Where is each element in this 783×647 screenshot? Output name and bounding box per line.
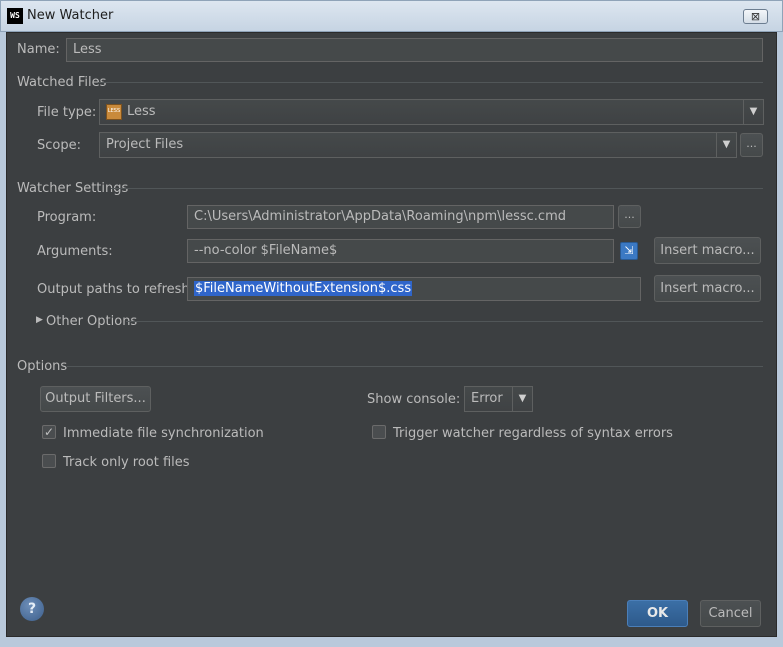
arguments-insert-macro-button[interactable]: Insert macro...: [654, 237, 761, 264]
arguments-input[interactable]: --no-color $FileName$: [187, 239, 614, 263]
scope-combo[interactable]: Project Files: [99, 132, 737, 158]
output-paths-label: Output paths to refresh:: [37, 282, 195, 297]
output-insert-macro-button[interactable]: Insert macro...: [654, 275, 761, 302]
show-console-value: Error: [471, 391, 503, 406]
scope-value: Project Files: [106, 137, 184, 152]
output-filters-button[interactable]: Output Filters...: [40, 386, 151, 412]
immediate-sync-checkbox[interactable]: ✓: [42, 425, 56, 439]
close-button[interactable]: ⊠: [743, 9, 768, 24]
file-type-value: Less: [127, 104, 156, 119]
trigger-errors-checkbox[interactable]: [372, 425, 386, 439]
watched-files-section-title: Watched Files: [17, 75, 107, 90]
expand-field-icon[interactable]: ⇲: [620, 242, 638, 260]
help-icon[interactable]: ?: [20, 597, 44, 621]
checkmark-icon: ✓: [43, 425, 55, 439]
expand-triangle-icon[interactable]: ▶: [36, 315, 43, 325]
program-input[interactable]: C:\Users\Administrator\AppData\Roaming\n…: [187, 205, 614, 229]
immediate-sync-label: Immediate file synchronization: [63, 426, 264, 441]
options-separator: [67, 366, 763, 367]
other-options-toggle[interactable]: Other Options: [46, 314, 137, 329]
output-paths-input[interactable]: $FileNameWithoutExtension$.css: [187, 277, 641, 301]
webstorm-app-icon: WS: [7, 8, 23, 24]
ok-button[interactable]: OK: [627, 600, 688, 627]
program-label: Program:: [37, 210, 97, 225]
track-root-label: Track only root files: [63, 455, 190, 470]
other-options-separator: [126, 321, 763, 322]
window-title-bar: [0, 0, 783, 32]
options-section-title: Options: [17, 359, 68, 374]
show-console-label: Show console:: [367, 392, 461, 407]
output-paths-selected-text: $FileNameWithoutExtension$.css: [194, 281, 413, 296]
show-console-dropdown-arrow-icon[interactable]: ▼: [512, 387, 532, 411]
cancel-button[interactable]: Cancel: [700, 600, 761, 627]
less-file-icon: LESS: [106, 103, 122, 120]
track-root-checkbox[interactable]: [42, 454, 56, 468]
scope-label: Scope:: [37, 138, 81, 153]
scope-dropdown-arrow-icon[interactable]: ▼: [716, 133, 736, 157]
name-input[interactable]: Less: [66, 38, 763, 62]
watcher-settings-separator: [111, 188, 763, 189]
file-type-dropdown-arrow-icon[interactable]: ▼: [743, 100, 763, 124]
arguments-label: Arguments:: [37, 244, 113, 259]
watched-files-separator: [98, 82, 763, 83]
program-browse-button[interactable]: ...: [618, 205, 641, 228]
name-label: Name:: [17, 42, 60, 57]
file-type-label: File type:: [37, 105, 97, 120]
trigger-errors-label: Trigger watcher regardless of syntax err…: [393, 426, 673, 441]
window-title: New Watcher: [27, 8, 114, 23]
file-type-combo[interactable]: LESS Less: [99, 99, 764, 125]
scope-browse-button[interactable]: ...: [740, 133, 763, 157]
